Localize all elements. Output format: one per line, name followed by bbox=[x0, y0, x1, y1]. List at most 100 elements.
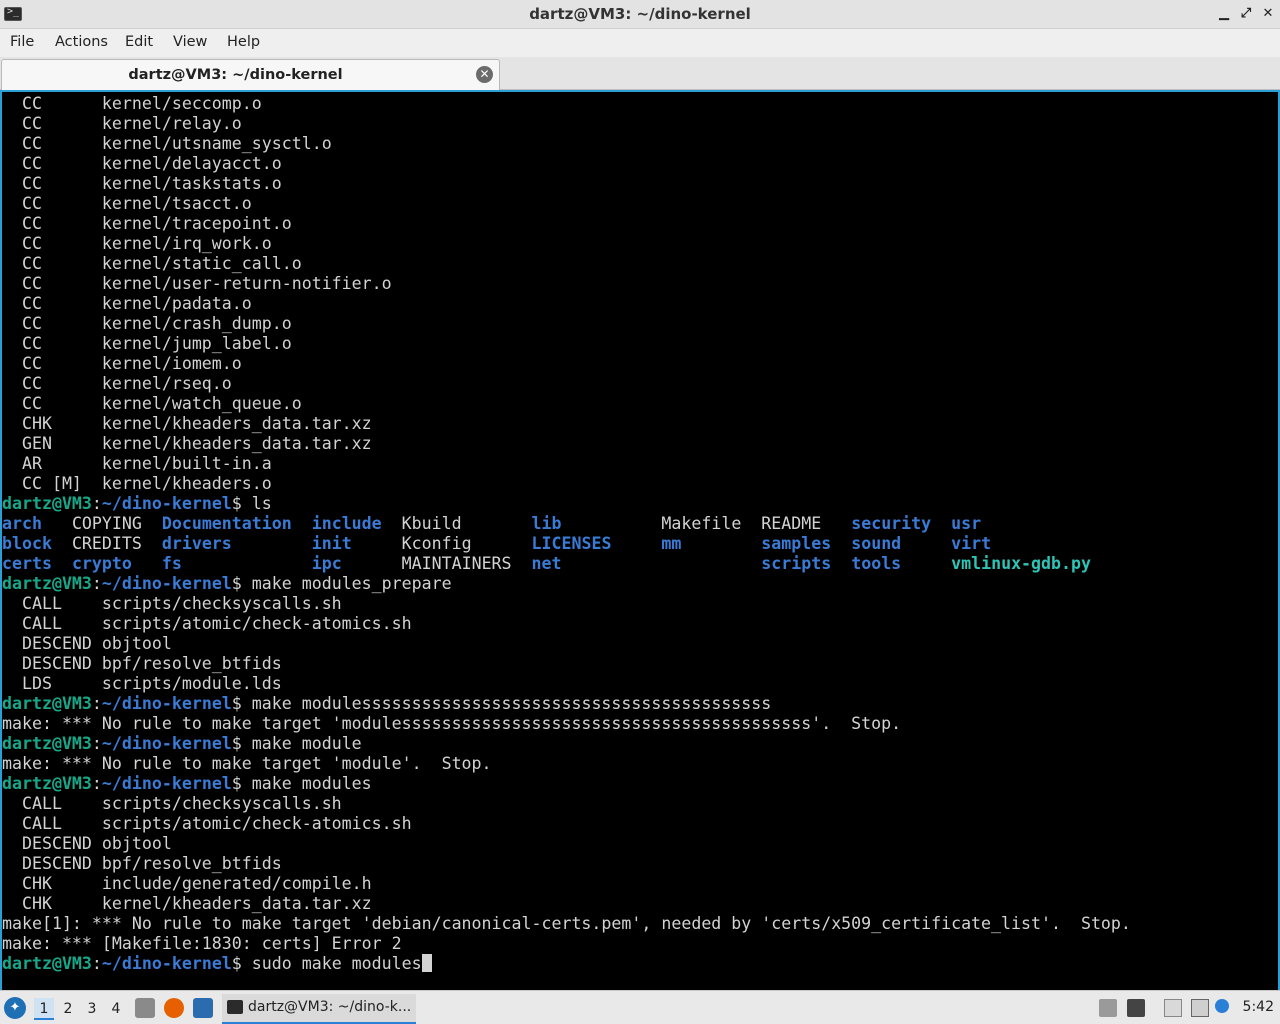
menu-edit[interactable]: Edit bbox=[125, 34, 153, 50]
file-manager-icon[interactable] bbox=[135, 998, 155, 1018]
ls-entry: Documentation bbox=[161, 514, 312, 533]
clock: 5:42 bbox=[1242, 999, 1274, 1015]
prompt-command: $ sudo make modules bbox=[231, 954, 422, 973]
ls-entry: lib bbox=[531, 514, 662, 533]
build-output-line: DESCEND objtool bbox=[2, 634, 172, 653]
prompt-path: ~/dino-kernel bbox=[101, 954, 232, 973]
build-output-line: CC kernel/jump_label.o bbox=[2, 334, 292, 353]
workspace-2[interactable]: 2 bbox=[58, 998, 78, 1020]
taskbar: ✦ 1 2 3 4 dartz@VM3: ~/dino-k... 5:42 bbox=[0, 990, 1280, 1024]
tab-terminal[interactable]: dartz@VM3: ~/dino-kernel ✕ bbox=[1, 59, 500, 90]
minimize-icon[interactable]: ▁ bbox=[1214, 4, 1234, 24]
error-line: make: *** [Makefile:1830: certs] Error 2 bbox=[2, 934, 402, 953]
ls-entry: CREDITS bbox=[71, 534, 162, 553]
notification-icon[interactable] bbox=[1215, 999, 1229, 1013]
build-output-line: CC kernel/tsacct.o bbox=[2, 194, 252, 213]
ls-entry: include bbox=[311, 514, 402, 533]
ls-row: certs crypto fs ipc MAINTAINERS net scri… bbox=[2, 554, 1131, 574]
workspace-3[interactable]: 3 bbox=[82, 998, 102, 1020]
menu-actions[interactable]: Actions bbox=[55, 34, 108, 50]
tab-label: dartz@VM3: ~/dino-kernel bbox=[128, 67, 343, 83]
ls-entry: sound bbox=[851, 534, 952, 553]
ls-entry: usr bbox=[951, 514, 982, 533]
ls-entry: tools bbox=[851, 554, 952, 573]
prompt-user: dartz@VM3 bbox=[2, 694, 92, 713]
build-output-line: CALL scripts/atomic/check-atomics.sh bbox=[2, 614, 412, 633]
prompt-command: $ make modulesssssssssssssssssssssssssss… bbox=[231, 694, 772, 713]
ls-entry: scripts bbox=[761, 554, 852, 573]
menu-help[interactable]: Help bbox=[227, 34, 260, 50]
ls-row: block CREDITS drivers init Kconfig LICEN… bbox=[2, 534, 1131, 554]
ls-entry: MAINTAINERS bbox=[401, 554, 532, 573]
build-output-line: CC [M] kernel/kheaders.o bbox=[2, 474, 272, 493]
prompt-command: $ make modules bbox=[231, 774, 372, 793]
ls-entry: net bbox=[531, 554, 662, 573]
ls-entry: ipc bbox=[311, 554, 402, 573]
clipboard-icon[interactable] bbox=[1164, 999, 1182, 1017]
ls-entry: Kconfig bbox=[401, 534, 532, 553]
build-output-line: GEN kernel/kheaders_data.tar.xz bbox=[2, 434, 372, 453]
build-output-line: CC kernel/padata.o bbox=[2, 294, 252, 313]
error-line: make: *** No rule to make target 'module… bbox=[2, 754, 492, 773]
build-output-line: CALL scripts/checksyscalls.sh bbox=[2, 794, 342, 813]
ls-entry: drivers bbox=[161, 534, 312, 553]
build-output-line: CC kernel/irq_work.o bbox=[2, 234, 272, 253]
build-output-line: CC kernel/rseq.o bbox=[2, 374, 232, 393]
build-output-line: AR kernel/built-in.a bbox=[2, 454, 272, 473]
start-menu-icon[interactable]: ✦ bbox=[4, 997, 26, 1019]
build-output-line: CC kernel/static_call.o bbox=[2, 254, 302, 273]
ls-entry: virt bbox=[951, 534, 992, 553]
prompt-path: ~/dino-kernel bbox=[101, 774, 232, 793]
ls-entry: crypto bbox=[71, 554, 162, 573]
build-output-line: CC kernel/user-return-notifier.o bbox=[2, 274, 392, 293]
prompt-command: $ make modules_prepare bbox=[231, 574, 452, 593]
close-icon[interactable]: ✕ bbox=[1258, 4, 1278, 24]
build-output-line: CC kernel/relay.o bbox=[2, 114, 242, 133]
prompt-line: dartz@VM3:~/dino-kernel$ make modules_pr… bbox=[2, 574, 452, 593]
build-output-line: CALL scripts/checksyscalls.sh bbox=[2, 594, 342, 613]
workspace-1[interactable]: 1 bbox=[34, 998, 54, 1020]
build-output-line: CC kernel/crash_dump.o bbox=[2, 314, 292, 333]
prompt-line: dartz@VM3:~/dino-kernel$ make modulessss… bbox=[2, 694, 772, 713]
prompt-path: ~/dino-kernel bbox=[101, 494, 232, 513]
prompt-command: $ ls bbox=[231, 494, 272, 513]
build-output-line: DESCEND bpf/resolve_btfids bbox=[2, 654, 282, 673]
taskbar-task-label: dartz@VM3: ~/dino-k... bbox=[248, 999, 412, 1015]
build-output-line: CC kernel/iomem.o bbox=[2, 354, 242, 373]
terminal-output: CC kernel/seccomp.o CC kernel/relay.o CC… bbox=[2, 94, 1131, 974]
terminal-view[interactable]: CC kernel/seccomp.o CC kernel/relay.o CC… bbox=[0, 90, 1280, 990]
prompt-line: dartz@VM3:~/dino-kernel$ make modules bbox=[2, 774, 372, 793]
build-output-line: CALL scripts/atomic/check-atomics.sh bbox=[2, 814, 412, 833]
maximize-icon[interactable]: ⤢ bbox=[1236, 4, 1256, 24]
prompt-line: dartz@VM3:~/dino-kernel$ sudo make modul… bbox=[2, 954, 1131, 974]
error-line: make: *** No rule to make target 'module… bbox=[2, 714, 902, 733]
build-output-line: CC kernel/tracepoint.o bbox=[2, 214, 292, 233]
ls-entry: certs bbox=[2, 554, 72, 573]
error-line: make[1]: *** No rule to make target 'deb… bbox=[2, 914, 1131, 933]
taskbar-task-terminal[interactable]: dartz@VM3: ~/dino-k... bbox=[222, 994, 416, 1024]
ls-entry: security bbox=[851, 514, 952, 533]
desktop-icon[interactable] bbox=[193, 998, 213, 1018]
build-output-line: CC kernel/seccomp.o bbox=[2, 94, 262, 113]
network-icon[interactable] bbox=[1191, 999, 1209, 1017]
prompt-user: dartz@VM3 bbox=[2, 734, 92, 753]
tab-close-icon[interactable]: ✕ bbox=[476, 66, 493, 83]
menu-bar: File Actions Edit View Help bbox=[0, 29, 1280, 57]
ls-entry: vmlinux-gdb.py bbox=[951, 554, 1091, 573]
ls-entry: Makefile bbox=[661, 514, 762, 533]
menu-view[interactable]: View bbox=[173, 34, 207, 50]
storage-tray-icon[interactable] bbox=[1099, 999, 1117, 1017]
prompt-path: ~/dino-kernel bbox=[101, 574, 232, 593]
menu-file[interactable]: File bbox=[10, 34, 34, 50]
text-cursor bbox=[421, 954, 432, 972]
volume-icon[interactable] bbox=[1127, 999, 1145, 1017]
workspace-4[interactable]: 4 bbox=[106, 998, 126, 1020]
ls-entry: fs bbox=[161, 554, 312, 573]
firefox-icon[interactable] bbox=[164, 998, 184, 1018]
ls-entry: Kbuild bbox=[401, 514, 532, 533]
prompt-command: $ make module bbox=[231, 734, 362, 753]
ls-entry: README bbox=[761, 514, 852, 533]
window-titlebar[interactable]: >_ dartz@VM3: ~/dino-kernel ▁ ⤢ ✕ bbox=[0, 0, 1280, 29]
ls-entry: block bbox=[2, 534, 72, 553]
build-output-line: DESCEND bpf/resolve_btfids bbox=[2, 854, 282, 873]
